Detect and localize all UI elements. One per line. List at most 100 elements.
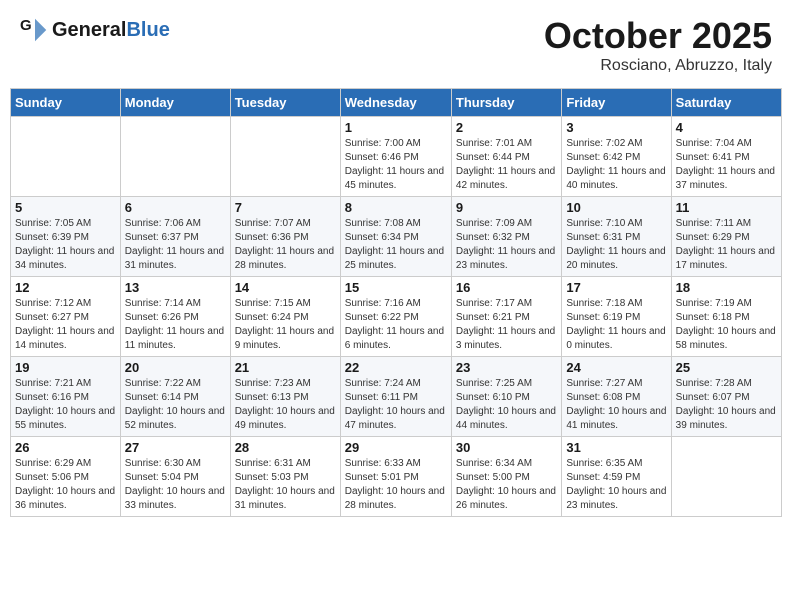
day-info: Sunrise: 7:06 AM Sunset: 6:37 PM Dayligh… [125, 217, 226, 273]
day-info: Sunrise: 7:21 AM Sunset: 6:16 PM Dayligh… [15, 377, 116, 433]
day-cell-21: 21Sunrise: 7:23 AM Sunset: 6:13 PM Dayli… [230, 357, 340, 437]
day-number: 2 [456, 120, 557, 135]
day-info: Sunrise: 6:31 AM Sunset: 5:03 PM Dayligh… [235, 457, 336, 513]
week-row-1: 1 Sunrise: 7:00 AM Sunset: 6:46 PM Daylig… [11, 117, 782, 197]
day-info: Sunrise: 7:14 AM Sunset: 6:26 PM Dayligh… [125, 297, 226, 353]
svg-text:G: G [20, 17, 32, 34]
day-cell-11: 11 Sunrise: 7:11 AM Sunset: 6:29 PM Dayli… [671, 197, 781, 277]
day-number: 13 [125, 280, 226, 295]
day-info: Sunrise: 7:16 AM Sunset: 6:22 PM Dayligh… [345, 297, 447, 353]
week-row-4: 19 Sunrise: 7:21 AM Sunset: 6:16 PM Dayli… [11, 357, 782, 437]
day-info: Sunrise: 6:35 AM Sunset: 4:59 PM Dayligh… [566, 457, 666, 513]
day-number: 15 [345, 280, 447, 295]
day-cell-25: 25 Sunrise: 7:28 AM Sunset: 6:07 PM Dayli… [671, 357, 781, 437]
day-cell-10: 10Sunrise: 7:10 AM Sunset: 6:31 PM Dayli… [562, 197, 671, 277]
day-info: Sunrise: 7:28 AM Sunset: 6:07 PM Dayligh… [676, 377, 777, 433]
day-cell-9: 9 Sunrise: 7:09 AM Sunset: 6:32 PM Daylig… [451, 197, 561, 277]
day-info: Sunrise: 7:08 AM Sunset: 6:34 PM Dayligh… [345, 217, 447, 273]
day-cell-16: 16 Sunrise: 7:17 AM Sunset: 6:21 PM Dayli… [451, 277, 561, 357]
empty-cell [671, 437, 781, 517]
day-cell-6: 6 Sunrise: 7:06 AM Sunset: 6:37 PM Daylig… [120, 197, 230, 277]
empty-cell [230, 117, 340, 197]
logo-general: General [52, 19, 126, 41]
day-header-thursday: Thursday [451, 89, 561, 117]
day-number: 16 [456, 280, 557, 295]
day-number: 8 [345, 200, 447, 215]
day-cell-14: 14Sunrise: 7:15 AM Sunset: 6:24 PM Dayli… [230, 277, 340, 357]
day-number: 11 [676, 200, 777, 215]
day-cell-23: 23 Sunrise: 7:25 AM Sunset: 6:10 PM Dayli… [451, 357, 561, 437]
day-cell-5: 5 Sunrise: 7:05 AM Sunset: 6:39 PM Daylig… [11, 197, 121, 277]
day-info: Sunrise: 7:02 AM Sunset: 6:42 PM Dayligh… [566, 137, 666, 193]
day-cell-22: 22Sunrise: 7:24 AM Sunset: 6:11 PM Dayli… [340, 357, 451, 437]
day-cell-8: 8 Sunrise: 7:08 AM Sunset: 6:34 PM Daylig… [340, 197, 451, 277]
day-number: 9 [456, 200, 557, 215]
day-info: Sunrise: 7:22 AM Sunset: 6:14 PM Dayligh… [125, 377, 226, 433]
day-info: Sunrise: 7:27 AM Sunset: 6:08 PM Dayligh… [566, 377, 666, 433]
day-info: Sunrise: 6:30 AM Sunset: 5:04 PM Dayligh… [125, 457, 226, 513]
day-cell-20: 20 Sunrise: 7:22 AM Sunset: 6:14 PM Dayli… [120, 357, 230, 437]
calendar: SundayMondayTuesdayWednesdayThursdayFrid… [10, 88, 782, 517]
day-info: Sunrise: 7:00 AM Sunset: 6:46 PM Dayligh… [345, 137, 447, 193]
day-number: 23 [456, 360, 557, 375]
day-info: Sunrise: 7:23 AM Sunset: 6:13 PM Dayligh… [235, 377, 336, 433]
day-cell-19: 19 Sunrise: 7:21 AM Sunset: 6:16 PM Dayli… [11, 357, 121, 437]
day-number: 18 [676, 280, 777, 295]
day-cell-27: 27Sunrise: 6:30 AM Sunset: 5:04 PM Dayli… [120, 437, 230, 517]
week-row-2: 5 Sunrise: 7:05 AM Sunset: 6:39 PM Daylig… [11, 197, 782, 277]
logo-blue: Blue [126, 19, 169, 41]
logo: G GeneralBlue [20, 15, 170, 45]
logo-icon: G [20, 15, 50, 45]
location: Rosciano, Abruzzo, Italy [544, 57, 772, 75]
day-info: Sunrise: 7:25 AM Sunset: 6:10 PM Dayligh… [456, 377, 557, 433]
day-info: Sunrise: 7:12 AM Sunset: 6:27 PM Dayligh… [15, 297, 116, 353]
day-cell-31: 31Sunrise: 6:35 AM Sunset: 4:59 PM Dayli… [562, 437, 671, 517]
day-number: 30 [456, 440, 557, 455]
day-cell-2: 2 Sunrise: 7:01 AM Sunset: 6:44 PM Daylig… [451, 117, 561, 197]
day-cell-26: 26Sunrise: 6:29 AM Sunset: 5:06 PM Dayli… [11, 437, 121, 517]
day-number: 7 [235, 200, 336, 215]
month-title: October 2025 [544, 15, 772, 57]
week-row-5: 26Sunrise: 6:29 AM Sunset: 5:06 PM Dayli… [11, 437, 782, 517]
day-cell-30: 30 Sunrise: 6:34 AM Sunset: 5:00 PM Dayli… [451, 437, 561, 517]
empty-cell [120, 117, 230, 197]
week-row-3: 12Sunrise: 7:12 AM Sunset: 6:27 PM Dayli… [11, 277, 782, 357]
day-cell-28: 28Sunrise: 6:31 AM Sunset: 5:03 PM Dayli… [230, 437, 340, 517]
empty-cell [11, 117, 121, 197]
day-number: 6 [125, 200, 226, 215]
day-info: Sunrise: 7:24 AM Sunset: 6:11 PM Dayligh… [345, 377, 447, 433]
day-info: Sunrise: 7:05 AM Sunset: 6:39 PM Dayligh… [15, 217, 116, 273]
day-info: Sunrise: 6:34 AM Sunset: 5:00 PM Dayligh… [456, 457, 557, 513]
day-number: 10 [566, 200, 666, 215]
day-info: Sunrise: 6:33 AM Sunset: 5:01 PM Dayligh… [345, 457, 447, 513]
day-number: 3 [566, 120, 666, 135]
day-cell-13: 13 Sunrise: 7:14 AM Sunset: 6:26 PM Dayli… [120, 277, 230, 357]
day-number: 14 [235, 280, 336, 295]
day-info: Sunrise: 7:17 AM Sunset: 6:21 PM Dayligh… [456, 297, 557, 353]
day-cell-3: 3 Sunrise: 7:02 AM Sunset: 6:42 PM Daylig… [562, 117, 671, 197]
day-number: 24 [566, 360, 666, 375]
day-number: 25 [676, 360, 777, 375]
day-cell-4: 4 Sunrise: 7:04 AM Sunset: 6:41 PM Daylig… [671, 117, 781, 197]
day-number: 1 [345, 120, 447, 135]
day-cell-24: 24 Sunrise: 7:27 AM Sunset: 6:08 PM Dayli… [562, 357, 671, 437]
day-number: 4 [676, 120, 777, 135]
day-number: 17 [566, 280, 666, 295]
day-info: Sunrise: 7:11 AM Sunset: 6:29 PM Dayligh… [676, 217, 777, 273]
day-number: 19 [15, 360, 116, 375]
day-info: Sunrise: 7:01 AM Sunset: 6:44 PM Dayligh… [456, 137, 557, 193]
day-info: Sunrise: 7:04 AM Sunset: 6:41 PM Dayligh… [676, 137, 777, 193]
day-header-wednesday: Wednesday [340, 89, 451, 117]
day-number: 5 [15, 200, 116, 215]
day-info: Sunrise: 6:29 AM Sunset: 5:06 PM Dayligh… [15, 457, 116, 513]
day-header-saturday: Saturday [671, 89, 781, 117]
day-cell-15: 15 Sunrise: 7:16 AM Sunset: 6:22 PM Dayli… [340, 277, 451, 357]
day-header-tuesday: Tuesday [230, 89, 340, 117]
day-header-monday: Monday [120, 89, 230, 117]
day-info: Sunrise: 7:19 AM Sunset: 6:18 PM Dayligh… [676, 297, 777, 353]
day-cell-1: 1 Sunrise: 7:00 AM Sunset: 6:46 PM Daylig… [340, 117, 451, 197]
day-cell-18: 18 Sunrise: 7:19 AM Sunset: 6:18 PM Dayli… [671, 277, 781, 357]
days-header-row: SundayMondayTuesdayWednesdayThursdayFrid… [11, 89, 782, 117]
day-info: Sunrise: 7:09 AM Sunset: 6:32 PM Dayligh… [456, 217, 557, 273]
day-number: 20 [125, 360, 226, 375]
